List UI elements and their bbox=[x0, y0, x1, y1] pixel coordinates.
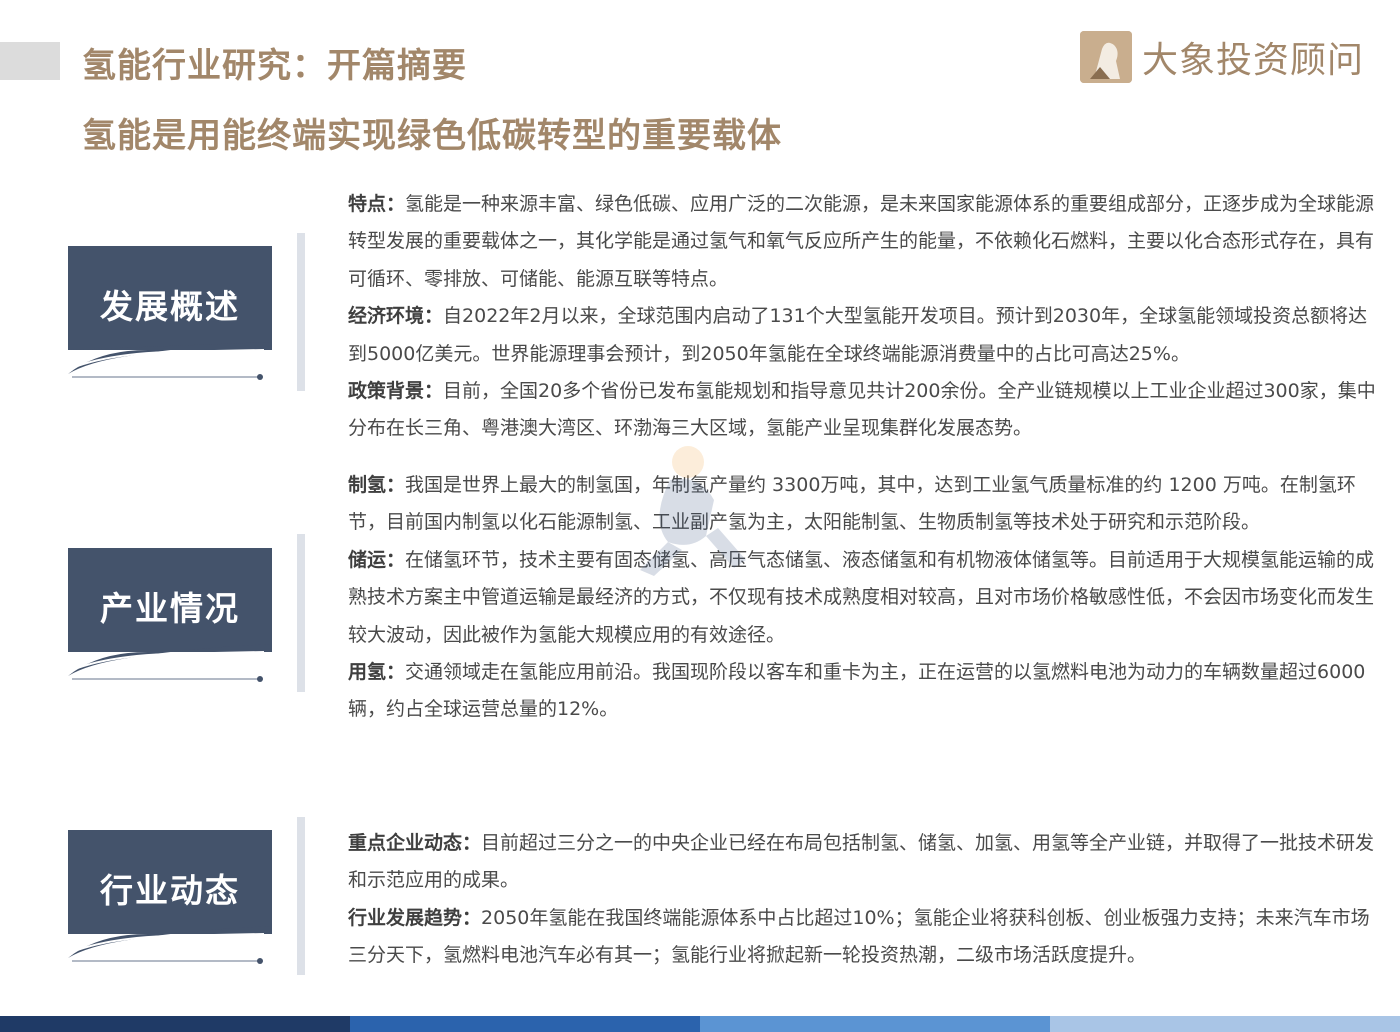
mascot-watermark-icon bbox=[640, 446, 746, 576]
section-title-industry: 产业情况 bbox=[100, 589, 240, 628]
footer-segment bbox=[0, 1016, 350, 1032]
paragraph: 经济环境：自2022年2月以来，全球范围内启动了131个大型氢能开发项目。预计到… bbox=[348, 305, 1368, 365]
section-title-dynamics: 行业动态 bbox=[100, 871, 240, 910]
header-accent-bar bbox=[0, 42, 60, 80]
section-text-industry: 制氢：我国是世界上最大的制氢国，年制氢产量约 3300万吨，其中，达到工业氢气质… bbox=[348, 467, 1378, 729]
paragraph: 行业发展趋势：2050年氢能在我国终端能源体系中占比超过10%；氢能企业将获科创… bbox=[348, 906, 1370, 967]
section-card-dynamics: 行业动态 bbox=[68, 830, 272, 964]
paragraph: 特点：氢能是一种来源丰富、绿色低碳、应用广泛的二次能源，是未来国家能源体系的重要… bbox=[348, 193, 1375, 290]
section-title-overview: 发展概述 bbox=[100, 287, 240, 326]
paragraph: 制氢：我国是世界上最大的制氢国，年制氢产量约 3300万吨，其中，达到工业氢气质… bbox=[348, 474, 1356, 534]
section-text-overview: 特点：氢能是一种来源丰富、绿色低碳、应用广泛的二次能源，是未来国家能源体系的重要… bbox=[348, 186, 1378, 448]
paragraph: 重点企业动态：目前超过三分之一的中央企业已经在布局包括制氢、储氢、加氢、用氢等全… bbox=[348, 832, 1375, 892]
section-card-industry: 产业情况 bbox=[68, 548, 272, 682]
section-divider bbox=[297, 534, 305, 692]
footer-segment bbox=[700, 1016, 1050, 1032]
brand-logo: 大象投资顾问 bbox=[1080, 30, 1364, 84]
paragraph: 政策背景：目前，全国20多个省份已发布氢能规划和指导意见共计200余份。全产业链… bbox=[348, 380, 1376, 440]
page-title: 氢能行业研究：开篇摘要 bbox=[82, 46, 467, 86]
paragraph: 储运：在储氢环节，技术主要有固态储氢、高压气态储氢、液态储氢和有机物液体储氢等。… bbox=[348, 548, 1375, 646]
section-card-overview: 发展概述 bbox=[68, 246, 272, 380]
section-text-dynamics: 重点企业动态：目前超过三分之一的中央企业已经在布局包括制氢、储氢、加氢、用氢等全… bbox=[348, 825, 1378, 975]
section-divider bbox=[297, 233, 305, 391]
footer-color-band bbox=[0, 1016, 1400, 1032]
elephant-logo-icon bbox=[1080, 31, 1132, 83]
brand-name: 大象投资顾问 bbox=[1142, 40, 1365, 81]
footer-segment bbox=[350, 1016, 700, 1032]
paragraph: 用氢：交通领域走在氢能应用前沿。我国现阶段以客车和重卡为主，正在运营的以氢燃料电… bbox=[348, 661, 1366, 721]
footer-segment bbox=[1050, 1016, 1400, 1032]
page-subtitle: 氢能是用能终端实现绿色低碳转型的重要载体 bbox=[82, 116, 782, 156]
section-divider bbox=[297, 817, 305, 975]
